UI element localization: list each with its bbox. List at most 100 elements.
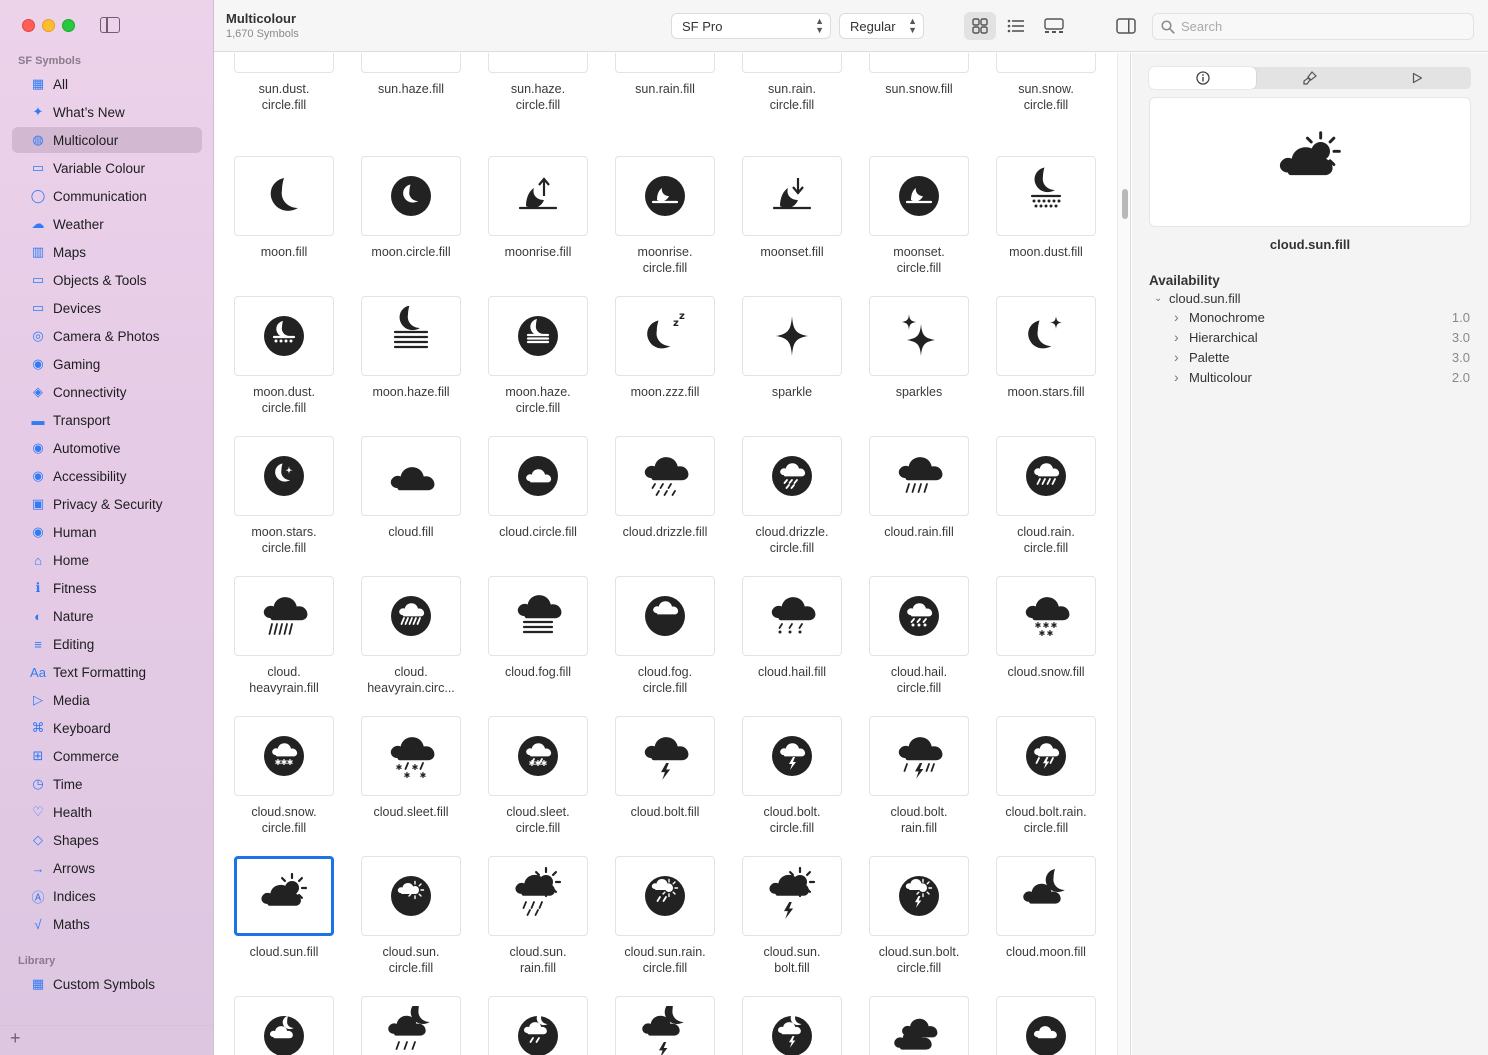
symbol-tile[interactable]: ✱✱✱: [488, 716, 588, 796]
symbol-tile[interactable]: [234, 296, 334, 376]
minimize-window-button[interactable]: [42, 19, 55, 32]
sidebar-item-home[interactable]: ⌂ Home: [12, 547, 202, 573]
symbol-tile[interactable]: ✱✱✱✱✱: [869, 53, 969, 73]
symbol-tile[interactable]: [234, 53, 334, 73]
symbol-tile[interactable]: [488, 53, 588, 73]
symbol-tile[interactable]: [742, 716, 842, 796]
sidebar-item-what-s-new[interactable]: ✦ What’s New: [12, 99, 202, 125]
sidebar-item-automotive[interactable]: ◉ Automotive: [12, 435, 202, 461]
symbol-tile[interactable]: [742, 576, 842, 656]
sidebar-item-gaming[interactable]: ◉ Gaming: [12, 351, 202, 377]
sidebar-item-objects-tools[interactable]: ▭ Objects & Tools: [12, 267, 202, 293]
sidebar-item-indices[interactable]: Ⓐ Indices: [12, 883, 202, 909]
sidebar-item-media[interactable]: ▷ Media: [12, 687, 202, 713]
symbol-tile[interactable]: [869, 996, 969, 1055]
symbol-tile[interactable]: ✱✱✱✱✱: [996, 576, 1096, 656]
sidebar-item-shapes[interactable]: ◇ Shapes: [12, 827, 202, 853]
list-view-button[interactable]: [1000, 12, 1032, 40]
sidebar-item-human[interactable]: ◉ Human: [12, 519, 202, 545]
symbol-tile[interactable]: [234, 856, 334, 936]
add-collection-button[interactable]: +: [10, 1028, 21, 1049]
symbol-tile[interactable]: [996, 296, 1096, 376]
sidebar-item-accessibility[interactable]: ◉ Accessibility: [12, 463, 202, 489]
sidebar-item-arrows[interactable]: → Arrows: [12, 855, 202, 881]
sidebar-item-devices[interactable]: ▭ Devices: [12, 295, 202, 321]
sidebar-item-editing[interactable]: ≡ Editing: [12, 631, 202, 657]
symbol-tile[interactable]: [488, 296, 588, 376]
inspector-toggle-button[interactable]: [1110, 12, 1142, 40]
symbol-tile[interactable]: [234, 156, 334, 236]
symbol-tile[interactable]: [996, 156, 1096, 236]
sidebar-item-communication[interactable]: ◯ Communication: [12, 183, 202, 209]
symbol-tile[interactable]: [869, 856, 969, 936]
sidebar-item-commerce[interactable]: ⊞ Commerce: [12, 743, 202, 769]
symbol-tile[interactable]: [615, 53, 715, 73]
sidebar-item-variable-colour[interactable]: ▭ Variable Colour: [12, 155, 202, 181]
sidebar-item-fitness[interactable]: ℹ Fitness: [12, 575, 202, 601]
symbol-tile[interactable]: [996, 716, 1096, 796]
symbol-tile[interactable]: [615, 716, 715, 796]
symbol-tile[interactable]: [488, 856, 588, 936]
symbol-tile[interactable]: [234, 436, 334, 516]
sidebar-item-all[interactable]: ▦ All: [12, 71, 202, 97]
symbol-tile[interactable]: [742, 436, 842, 516]
symbol-tile[interactable]: [742, 156, 842, 236]
scrollbar[interactable]: [1117, 53, 1131, 1055]
symbol-tile[interactable]: ✱✱✱: [996, 53, 1096, 73]
weight-select[interactable]: Regular ▲ ▼: [839, 13, 924, 39]
symbol-tile[interactable]: [869, 296, 969, 376]
availability-root[interactable]: ⌄ cloud.sun.fill: [1154, 291, 1241, 306]
symbol-tile[interactable]: [996, 436, 1096, 516]
sidebar-item-keyboard[interactable]: ⌘ Keyboard: [12, 715, 202, 741]
symbol-tile[interactable]: [488, 996, 588, 1055]
symbol-tile[interactable]: [996, 996, 1096, 1055]
symbol-tile[interactable]: [361, 856, 461, 936]
search-input[interactable]: Search: [1181, 19, 1222, 34]
symbol-tile[interactable]: [615, 156, 715, 236]
sidebar-item-nature[interactable]: ◐ Nature: [12, 603, 202, 629]
symbol-tile[interactable]: [869, 436, 969, 516]
font-select[interactable]: SF Pro ▲ ▼: [671, 13, 831, 39]
symbol-tile[interactable]: [742, 53, 842, 73]
sidebar-item-custom-symbols[interactable]: ▦ Custom Symbols: [12, 971, 202, 997]
symbol-tile[interactable]: [742, 296, 842, 376]
symbol-tile[interactable]: zz: [615, 296, 715, 376]
symbol-tile[interactable]: [615, 576, 715, 656]
sidebar-item-multicolour[interactable]: ◍ Multicolour: [12, 127, 202, 153]
symbol-tile[interactable]: [996, 856, 1096, 936]
symbol-tile[interactable]: [234, 576, 334, 656]
symbol-tile[interactable]: [869, 716, 969, 796]
symbol-tile[interactable]: [361, 53, 461, 73]
tab-rendering[interactable]: [1256, 67, 1363, 89]
availability-mode-hierarchical[interactable]: › Hierarchical 3.0: [1174, 329, 1470, 345]
scrollbar-thumb[interactable]: [1122, 189, 1128, 219]
symbol-tile[interactable]: [488, 156, 588, 236]
symbol-tile[interactable]: [615, 856, 715, 936]
grid-view-button[interactable]: [964, 12, 996, 40]
sidebar-item-transport[interactable]: ▬ Transport: [12, 407, 202, 433]
symbol-tile[interactable]: [234, 996, 334, 1055]
zoom-window-button[interactable]: [62, 19, 75, 32]
sidebar-item-connectivity[interactable]: ◈ Connectivity: [12, 379, 202, 405]
sidebar-item-text-formatting[interactable]: Aa Text Formatting: [12, 659, 202, 685]
symbol-tile[interactable]: [742, 856, 842, 936]
symbol-tile[interactable]: ✱ ✱ ✱ ✱: [361, 716, 461, 796]
symbol-tile[interactable]: [615, 436, 715, 516]
symbol-tile[interactable]: [361, 996, 461, 1055]
symbol-tile[interactable]: ✱✱✱: [234, 716, 334, 796]
availability-mode-monochrome[interactable]: › Monochrome 1.0: [1174, 309, 1470, 325]
search-field[interactable]: Search: [1152, 13, 1474, 40]
sidebar-toggle-icon[interactable]: [100, 17, 120, 33]
sidebar-item-time[interactable]: ◷ Time: [12, 771, 202, 797]
symbol-tile[interactable]: [869, 156, 969, 236]
symbol-tile[interactable]: [361, 296, 461, 376]
symbol-tile[interactable]: [615, 996, 715, 1055]
sidebar-item-weather[interactable]: ☁ Weather: [12, 211, 202, 237]
symbol-tile[interactable]: [361, 436, 461, 516]
availability-mode-multicolour[interactable]: › Multicolour 2.0: [1174, 369, 1470, 385]
symbol-tile[interactable]: [361, 576, 461, 656]
symbol-tile[interactable]: [361, 156, 461, 236]
symbol-tile[interactable]: [742, 996, 842, 1055]
tab-animation[interactable]: [1363, 67, 1470, 89]
tab-info[interactable]: [1149, 67, 1256, 89]
